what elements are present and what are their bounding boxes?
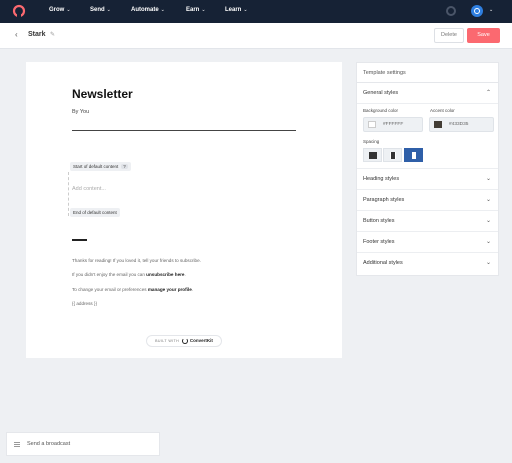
divider <box>72 130 296 131</box>
spacing-narrow-button[interactable] <box>404 148 423 162</box>
menu-icon[interactable] <box>14 442 20 443</box>
footer-thanks-text: Thanks for reading! If you loved it, tel… <box>72 258 201 263</box>
nav-send[interactable]: Send ⌄ <box>90 7 111 13</box>
convertkit-logo-icon[interactable] <box>12 4 26 18</box>
unsubscribe-link[interactable]: unsubscribe here <box>146 272 184 277</box>
chevron-down-icon: ⌄ <box>201 7 206 13</box>
accent-color-swatch[interactable] <box>434 121 442 128</box>
template-settings-panel: Template settings General styles ⌃ Backg… <box>356 62 499 276</box>
save-button[interactable]: Save <box>467 28 500 43</box>
chevron-down-icon: ⌄ <box>243 7 248 13</box>
chevron-down-icon: ⌄ <box>66 7 71 13</box>
end-default-content-tag: End of default content <box>70 208 120 217</box>
chevron-down-icon: ⌄ <box>160 7 165 13</box>
nav-earn[interactable]: Earn ⌄ <box>186 7 206 13</box>
nav-grow[interactable]: Grow ⌄ <box>49 7 71 13</box>
background-color-swatch[interactable] <box>368 121 376 128</box>
footer-preferences-text: To change your email or preferences mana… <box>72 287 194 292</box>
general-styles-toggle[interactable]: General styles ⌃ <box>357 83 498 104</box>
nav-learn[interactable]: Learn ⌄ <box>225 7 248 13</box>
settings-title: Template settings <box>357 63 498 83</box>
background-color-input[interactable]: #FFFFFF <box>363 117 423 132</box>
edit-pencil-icon[interactable]: ✎ <box>50 31 55 38</box>
accent-color-input[interactable]: #433D35 <box>429 117 494 132</box>
additional-styles-toggle[interactable]: Additional styles ⌄ <box>357 253 498 274</box>
spacing-label: Spacing <box>363 139 380 144</box>
chevron-down-icon: ⌄ <box>485 197 491 203</box>
button-styles-toggle[interactable]: Button styles ⌄ <box>357 211 498 232</box>
chevron-up-icon: ⌃ <box>485 90 491 96</box>
delete-button[interactable]: Delete <box>434 28 464 43</box>
back-arrow-icon[interactable]: ‹ <box>15 30 18 39</box>
footer-address: {{ address }} <box>72 301 98 306</box>
spacing-medium-button[interactable] <box>383 148 402 162</box>
spacing-wide-button[interactable] <box>363 148 382 162</box>
footer-divider <box>72 239 87 241</box>
built-with-convertkit-badge[interactable]: BUILT WITH ConvertKit <box>146 335 222 347</box>
newsletter-author: By You <box>72 109 90 115</box>
status-ring-icon[interactable] <box>446 6 456 16</box>
email-preview: Newsletter By You Start of default conte… <box>26 62 342 358</box>
heading-styles-toggle[interactable]: Heading styles ⌄ <box>357 169 498 190</box>
send-broadcast-bar[interactable]: Send a broadcast <box>6 432 160 456</box>
accent-color-label: Accent color <box>430 108 455 113</box>
add-content-placeholder[interactable]: Add content... <box>72 186 106 192</box>
convertkit-icon <box>181 338 188 345</box>
avatar[interactable] <box>471 5 483 17</box>
chevron-down-icon: ⌄ <box>106 7 111 13</box>
nav-automate[interactable]: Automate ⌄ <box>131 7 165 13</box>
manage-profile-link[interactable]: manage your profile <box>148 287 192 292</box>
content-guide <box>68 172 69 216</box>
footer-styles-toggle[interactable]: Footer styles ⌄ <box>357 232 498 253</box>
chevron-down-icon: ⌄ <box>485 218 491 224</box>
chevron-down-icon: ⌄ <box>485 176 491 182</box>
help-icon[interactable]: ? <box>121 164 128 169</box>
background-color-label: Background color <box>363 108 399 113</box>
send-broadcast-label: Send a broadcast <box>27 441 71 447</box>
paragraph-styles-toggle[interactable]: Paragraph styles ⌄ <box>357 190 498 211</box>
footer-unsubscribe-text: If you didn't enjoy the email you can un… <box>72 272 186 277</box>
newsletter-title: Newsletter <box>72 87 133 101</box>
page-title[interactable]: Stark <box>28 31 46 38</box>
top-navigation: Grow ⌄ Send ⌄ Automate ⌄ Earn ⌄ Learn ⌄ ⌄ <box>0 0 512 23</box>
chevron-down-icon[interactable]: ⌄ <box>489 7 493 13</box>
start-default-content-tag: Start of default content? <box>70 162 131 171</box>
chevron-down-icon: ⌄ <box>485 260 491 266</box>
chevron-down-icon: ⌄ <box>485 239 491 245</box>
start-tag-label: Start of default content <box>73 164 119 169</box>
editor-header: ‹ Stark ✎ Delete Save <box>0 23 512 49</box>
